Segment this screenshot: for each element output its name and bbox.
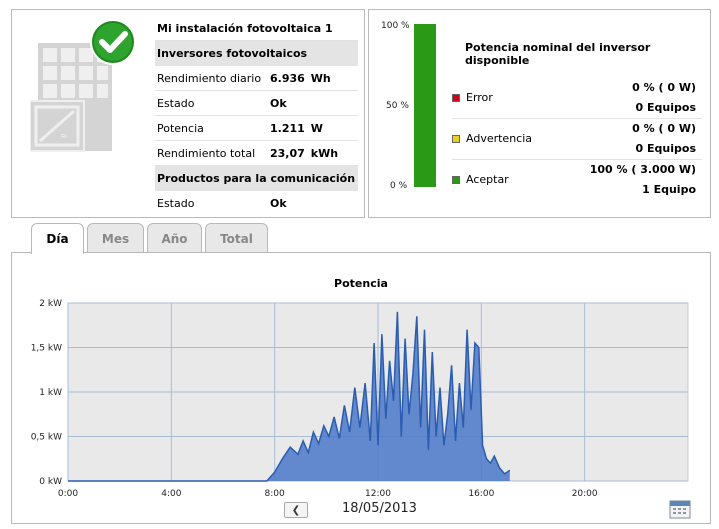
state-row-error: Error 0 % ( 0 W) 0 Equipos (452, 78, 702, 119)
state-name: Aceptar (466, 173, 509, 186)
plant-info-table: Mi instalación fotovoltaica 1 Inversores… (155, 16, 358, 216)
ok-check-icon (90, 19, 136, 65)
row-label: Estado (157, 96, 195, 110)
comm-state-value: Ok (270, 197, 287, 210)
x-tick-label: 20:00 (572, 489, 598, 497)
state-count: 0 Equipos (635, 142, 696, 155)
state-row-ok: Aceptar 100 % ( 3.000 W) 1 Equipo (452, 160, 702, 201)
y-tick-label: 2 kW (39, 299, 62, 309)
scale-label-0: 0 % (390, 181, 408, 191)
tab-total[interactable]: Total (205, 223, 268, 253)
state-percent: 100 % ( 3.000 W) (589, 163, 696, 176)
power-title: Potencia nominal del inversor disponible (465, 41, 651, 67)
power-value: 1.211 W (270, 121, 323, 135)
x-tick-label: 12:00 (365, 489, 391, 497)
power-row: Potencia 1.211 W (155, 116, 358, 141)
comm-state-row: Estado Ok (155, 191, 358, 216)
row-label: Rendimiento diario (157, 71, 262, 85)
scale-label-50: 50 % (386, 101, 409, 111)
state-name: Advertencia (466, 132, 533, 145)
total-yield-value: 23,07 kWh (270, 146, 339, 160)
y-tick-label: 0 kW (39, 477, 62, 487)
row-label: Estado (157, 197, 195, 210)
svg-text:≈: ≈ (60, 131, 68, 142)
state-percent: 0 % ( 0 W) (632, 81, 696, 94)
inverter-state-value: Ok (270, 96, 287, 110)
state-row-warning: Advertencia 0 % ( 0 W) 0 Equipos (452, 119, 702, 160)
inverter-state-row: Estado Ok (155, 91, 358, 116)
state-percent: 0 % ( 0 W) (632, 122, 696, 135)
row-label: Rendimiento total (157, 146, 256, 160)
availability-bar (414, 24, 436, 187)
x-tick-label: 0:00 (58, 489, 78, 497)
availability-bar-fill (414, 24, 436, 187)
tab-month[interactable]: Mes (87, 223, 144, 253)
row-label: Potencia (157, 121, 204, 135)
chart-panel: Potencia 0 kW 0,5 kW 1 kW 1,5 kW 2 kW 0:00 4:0… (11, 252, 711, 524)
state-name: Error (466, 91, 493, 104)
y-tick-label: 1,5 kW (31, 344, 62, 354)
daily-yield-row: Rendimiento diario 6.936 Wh (155, 66, 358, 91)
daily-yield-value: 6.936 Wh (270, 71, 331, 85)
previous-day-button[interactable]: ❮ (284, 502, 308, 518)
scale-label-100: 100 % (381, 21, 410, 31)
ok-color-square (452, 176, 460, 184)
power-chart: 0 kW 0,5 kW 1 kW 1,5 kW 2 kW 0:00 4:00 8:00 12:0… (31, 299, 689, 497)
total-yield-row: Rendimiento total 23,07 kWh (155, 141, 358, 166)
warning-color-square (452, 135, 460, 143)
state-count: 0 Equipos (635, 101, 696, 114)
error-color-square (452, 94, 460, 102)
date-label: 18/05/2013 (342, 501, 417, 516)
x-tick-label: 16:00 (468, 489, 494, 497)
tab-year[interactable]: Año (147, 223, 202, 253)
calendar-icon[interactable] (669, 499, 691, 519)
nominal-power-panel: 100 % 50 % 0 % Potencia nominal del inve… (368, 9, 711, 218)
comm-heading: Productos para la comunicación (155, 166, 358, 191)
x-tick-label: 4:00 (161, 489, 181, 497)
tab-day[interactable]: Día (31, 223, 84, 254)
y-tick-label: 0,5 kW (31, 433, 62, 443)
x-tick-label: 8:00 (265, 489, 285, 497)
plant-name[interactable]: Mi instalación fotovoltaica 1 (155, 16, 358, 41)
state-count: 1 Equipo (642, 183, 696, 196)
plant-status-panel: ≈ Mi instalación fotovoltaica 1 Inversor… (11, 9, 365, 218)
y-tick-label: 1 kW (39, 388, 62, 398)
inverters-heading: Inversores fotovoltaicos (155, 41, 358, 66)
